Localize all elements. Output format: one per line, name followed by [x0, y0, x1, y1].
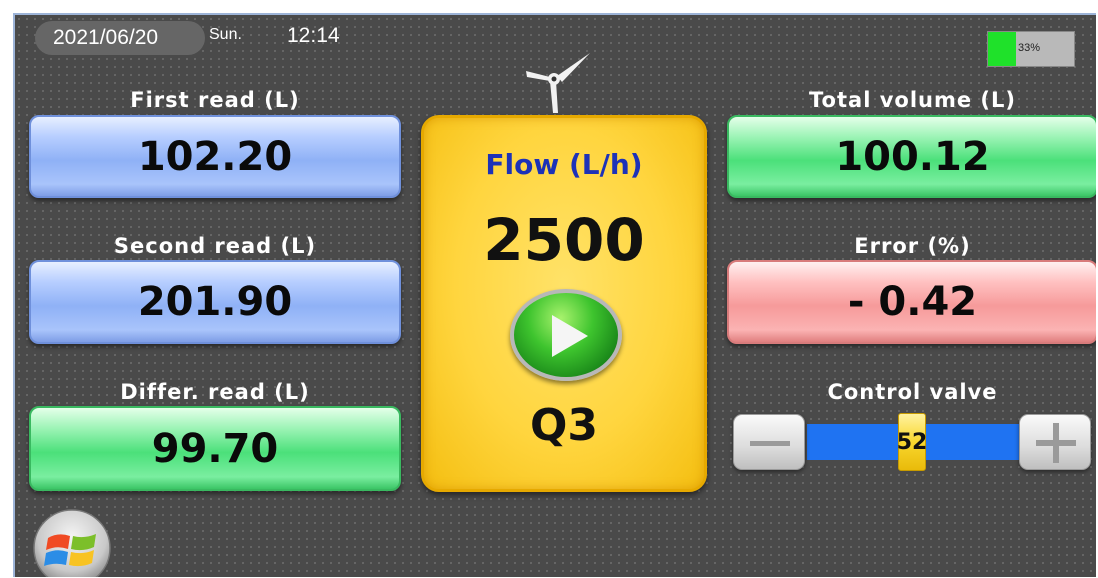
flow-value: 2500	[483, 206, 645, 274]
flow-mode: Q3	[529, 400, 599, 451]
flow-label: Flow (L/h)	[485, 148, 643, 181]
day-display: Sun.	[209, 26, 242, 43]
battery-indicator: 33%	[987, 31, 1075, 67]
windows-start-button[interactable]	[32, 508, 112, 577]
total-volume-label: Total volume (L)	[809, 88, 1016, 112]
minus-icon	[750, 441, 790, 446]
first-read-value: 102.20	[137, 133, 293, 180]
hmi-screen: 2021/06/20 Sun. 12:14 33% First read (L)…	[13, 13, 1096, 577]
play-icon	[552, 315, 588, 357]
total-volume-display: 100.12	[727, 115, 1096, 198]
play-button[interactable]	[510, 289, 622, 381]
plus-icon-vertical	[1053, 423, 1059, 463]
second-read-label: Second read (L)	[113, 234, 317, 258]
error-label: Error (%)	[854, 234, 971, 258]
wind-turbine-icon	[526, 53, 590, 113]
valve-decrease-button[interactable]	[733, 414, 805, 470]
second-read-display: 201.90	[29, 260, 401, 344]
second-read-value: 201.90	[137, 279, 293, 325]
differ-read-label: Differ. read (L)	[120, 380, 310, 404]
total-volume-value: 100.12	[835, 133, 990, 180]
battery-fill	[988, 32, 1017, 66]
valve-increase-button[interactable]	[1019, 414, 1091, 470]
error-display: - 0.42	[727, 260, 1096, 344]
date-display: 2021/06/20	[53, 26, 159, 49]
control-valve-value: 52	[896, 430, 928, 455]
first-read-label: First read (L)	[130, 88, 300, 112]
control-valve-label: Control valve	[827, 380, 998, 404]
differ-read-display: 99.70	[29, 406, 401, 491]
differ-read-value: 99.70	[151, 425, 279, 472]
flow-panel: Flow (L/h) 2500 Q3	[421, 115, 707, 492]
time-display: 12:14	[287, 24, 340, 47]
error-value: - 0.42	[847, 279, 978, 325]
first-read-display: 102.20	[29, 115, 401, 198]
battery-label: 33%	[1018, 42, 1041, 54]
